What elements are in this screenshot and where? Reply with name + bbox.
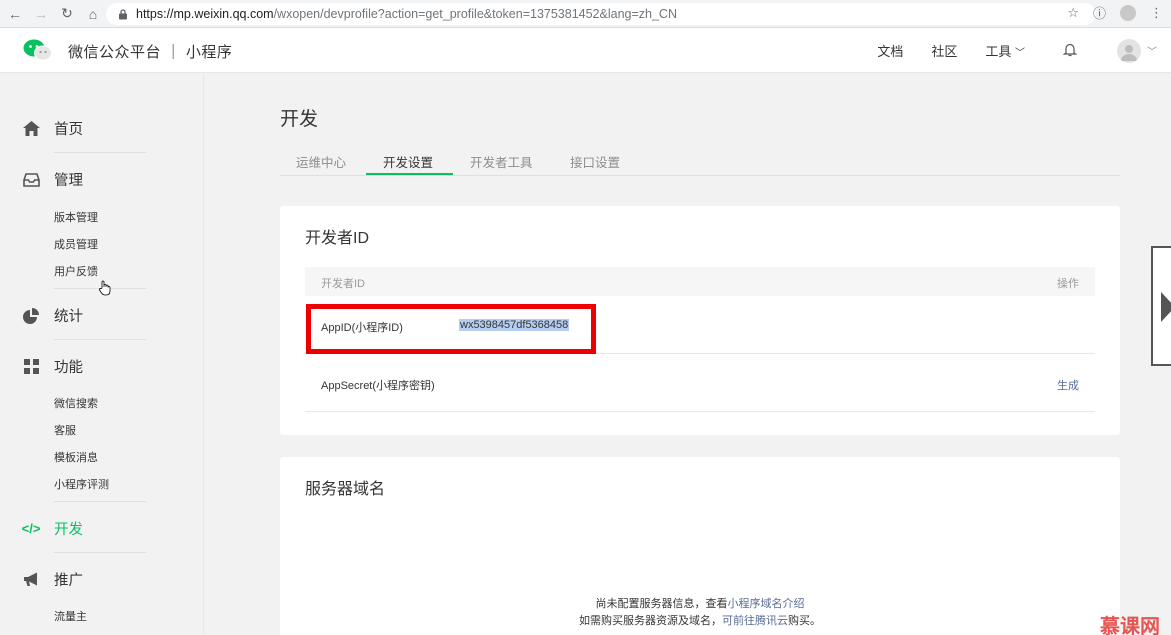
side-panel-toggle[interactable] [1151, 246, 1171, 366]
sidebar-item-template-messages[interactable]: 模板消息 [54, 449, 98, 465]
sidebar: 首页 管理 版本管理 成员管理 用户反馈 统计 功能 微信搜索 客服 模板消息 … [0, 74, 204, 635]
sidebar-item-home[interactable]: 首页 [22, 118, 83, 139]
nav-tools-label: 工具 [985, 44, 1012, 59]
sidebar-item-versions[interactable]: 版本管理 [54, 209, 98, 225]
notice-text: 购买。 [788, 615, 821, 627]
lock-icon [119, 8, 127, 19]
play-arrow-icon [1161, 292, 1171, 322]
grid-icon [22, 358, 40, 376]
nav-docs-link[interactable]: 文档 [877, 41, 903, 60]
hand-cursor-icon [98, 280, 111, 296]
empty-notice-line2: 如需购买服务器资源及域名，可前往腾讯云购买。 [280, 612, 1120, 628]
table-row-appsecret: AppSecret(小程序密钥) 生成 [305, 355, 1095, 412]
sidebar-item-label: 功能 [54, 360, 83, 376]
code-icon: </> [21, 521, 41, 536]
home-icon[interactable]: ⌂ [82, 3, 104, 25]
sidebar-item-label: 管理 [54, 173, 83, 189]
forward-icon[interactable]: → [30, 3, 52, 25]
appid-highlight-box [306, 304, 596, 354]
nav-community-link[interactable]: 社区 [931, 41, 957, 60]
reload-icon[interactable]: ↻ [56, 3, 78, 25]
sidebar-item-label: 推广 [54, 573, 83, 589]
tab-bar: 运维中心 开发设置 开发者工具 接口设置 [280, 148, 1120, 176]
megaphone-icon [22, 571, 40, 589]
home-icon [22, 120, 40, 138]
url-host: https://mp.weixin.qq.com [136, 7, 274, 21]
chevron-down-icon[interactable]: ﹀ [1147, 43, 1157, 58]
sidebar-item-feedback[interactable]: 用户反馈 [54, 263, 98, 279]
empty-notice-line1: 尚未配置服务器信息，查看小程序域名介绍 [280, 595, 1120, 611]
domain-intro-link[interactable]: 小程序域名介绍 [728, 598, 805, 610]
table-header: 开发者ID 操作 [305, 267, 1095, 296]
address-bar[interactable]: https://mp.weixin.qq.com/wxopen/devprofi… [106, 3, 1096, 25]
watermark-logo: 慕课网 [1100, 616, 1160, 635]
page-title: 开发 [280, 109, 319, 130]
nav-tools-menu[interactable]: 工具 ﹀ [985, 41, 1025, 60]
pie-chart-icon [22, 307, 40, 325]
sidebar-item-evaluation[interactable]: 小程序评测 [54, 476, 109, 492]
bell-icon[interactable] [1062, 42, 1078, 60]
sidebar-item-label: 统计 [54, 309, 83, 325]
top-header: 微信公众平台 ｜ 小程序 文档 社区 工具 ﹀ ﹀ [0, 28, 1171, 73]
tab-dev-tools[interactable]: 开发者工具 [470, 152, 533, 171]
inbox-icon [22, 171, 40, 189]
back-icon[interactable]: ← [4, 3, 26, 25]
extension-icon[interactable]: ⓘ [1093, 3, 1106, 22]
card-title: 服务器域名 [305, 481, 386, 498]
divider [54, 552, 146, 553]
notice-text: 尚未配置服务器信息，查看 [595, 598, 728, 610]
browser-toolbar: ← → ↻ ⌂ https://mp.weixin.qq.com/wxopen/… [0, 0, 1171, 28]
column-header-action: 操作 [1057, 278, 1079, 290]
server-domain-card: 服务器域名 尚未配置服务器信息，查看小程序域名介绍 如需购买服务器资源及域名，可… [280, 457, 1120, 635]
chevron-down-icon: ﹀ [1015, 48, 1025, 59]
sidebar-item-features[interactable]: 功能 [22, 356, 83, 377]
appsecret-label: AppSecret(小程序密钥) [321, 380, 435, 392]
sidebar-item-stats[interactable]: 统计 [22, 305, 83, 326]
divider [54, 152, 146, 153]
sidebar-item-promote[interactable]: 推广 [22, 569, 83, 590]
divider [54, 501, 146, 502]
avatar[interactable] [1117, 38, 1141, 63]
profile-icon[interactable] [1120, 4, 1136, 21]
generate-secret-link[interactable]: 生成 [1057, 377, 1079, 393]
menu-icon[interactable]: ⋮ [1150, 5, 1163, 21]
site-title: 微信公众平台 ｜ 小程序 [68, 44, 233, 61]
card-title: 开发者ID [305, 230, 370, 247]
column-header-id: 开发者ID [321, 278, 365, 290]
sidebar-item-label: 开发 [54, 522, 83, 538]
sidebar-item-manage[interactable]: 管理 [22, 169, 83, 190]
tencent-cloud-link[interactable]: 可前往腾讯云 [722, 615, 788, 627]
tab-ops-center[interactable]: 运维中心 [296, 152, 346, 171]
star-icon[interactable]: ☆ [1067, 5, 1079, 21]
sidebar-item-develop[interactable]: </> 开发 [22, 518, 83, 539]
sidebar-item-label: 首页 [54, 122, 83, 138]
tab-api-settings[interactable]: 接口设置 [570, 152, 620, 171]
sidebar-item-customer-service[interactable]: 客服 [54, 422, 76, 438]
wechat-logo-icon [23, 39, 52, 61]
tab-dev-settings[interactable]: 开发设置 [383, 152, 433, 171]
notice-text: 如需购买服务器资源及域名， [579, 615, 722, 627]
divider [54, 339, 146, 340]
active-tab-indicator [366, 173, 453, 175]
sidebar-item-traffic-owner[interactable]: 流量主 [54, 608, 87, 624]
sidebar-item-members[interactable]: 成员管理 [54, 236, 98, 252]
url-path: /wxopen/devprofile?action=get_profile&to… [273, 7, 677, 21]
sidebar-item-wechat-search[interactable]: 微信搜索 [54, 395, 98, 411]
